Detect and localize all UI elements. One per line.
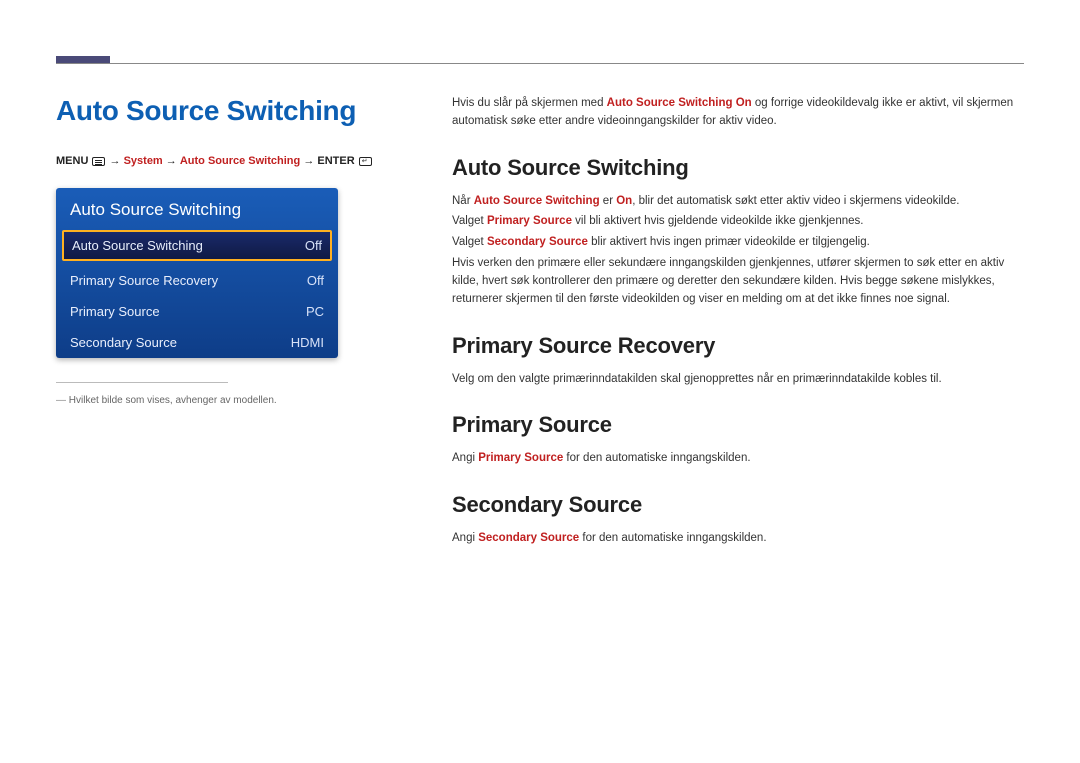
section-heading-psr: Primary Source Recovery [452,333,1024,359]
text: Når [452,195,474,207]
text: for den automatiske inngangskilden. [579,532,766,544]
text: Valget [452,236,487,248]
left-column: Auto Source Switching MENU → System → Au… [56,95,404,551]
text: Hvis du slår på skjermen med [452,97,607,109]
main-content: Auto Source Switching MENU → System → Au… [0,0,1080,581]
body-text: Valget Secondary Source blir aktivert hv… [452,234,1024,252]
breadcrumb: MENU → System → Auto Source Switching → … [56,153,404,170]
osd-row[interactable]: Auto Source Switching Off [62,230,332,261]
text: , blir det automatisk søkt etter aktiv v… [632,195,959,207]
arrow-icon: → [166,155,180,167]
keyword: Primary Source [478,452,563,464]
osd-row[interactable]: Secondary Source HDMI [56,327,338,358]
osd-row-label: Primary Source Recovery [70,273,218,288]
breadcrumb-menu: MENU [56,155,88,167]
right-column: Hvis du slår på skjermen med Auto Source… [452,95,1024,551]
body-text: Velg om den valgte primærinndatakilden s… [452,371,1024,389]
footnote: Hvilket bilde som vises, avhenger av mod… [56,395,404,406]
osd-panel: Auto Source Switching Auto Source Switch… [56,188,338,358]
body-text: Hvis verken den primære eller sekundære … [452,255,1024,308]
keyword: Primary Source [487,215,572,227]
body-text: Valget Primary Source vil bli aktivert h… [452,213,1024,231]
osd-row-value: PC [306,304,324,319]
keyword: Auto Source Switching [474,195,600,207]
section-heading-ss: Secondary Source [452,492,1024,518]
keyword: Secondary Source [478,532,579,544]
text: vil bli aktivert hvis gjeldende videokil… [572,215,864,227]
header-indicator [56,56,110,63]
menu-icon [92,157,105,166]
text: for den automatiske inngangskilden. [563,452,750,464]
breadcrumb-system: System [124,155,163,167]
keyword: Auto Source Switching On [607,97,752,109]
section-heading-ps: Primary Source [452,412,1024,438]
osd-row[interactable]: Primary Source Recovery Off [56,265,338,296]
breadcrumb-enter: ENTER [317,155,354,167]
breadcrumb-item: Auto Source Switching [180,155,300,167]
keyword: Secondary Source [487,236,588,248]
text: Angi [452,532,478,544]
osd-row-value: HDMI [291,335,324,350]
body-text: Angi Primary Source for den automatiske … [452,450,1024,468]
page-title: Auto Source Switching [56,95,404,127]
text: blir aktivert hvis ingen primær videokil… [588,236,870,248]
body-text: Når Auto Source Switching er On, blir de… [452,193,1024,211]
osd-row-label: Primary Source [70,304,160,319]
intro-paragraph: Hvis du slår på skjermen med Auto Source… [452,95,1024,131]
text: Angi [452,452,478,464]
osd-title: Auto Source Switching [56,188,338,230]
osd-row-value: Off [305,238,322,253]
arrow-icon: → [110,155,124,167]
header-rule [56,63,1024,64]
enter-icon [359,157,372,166]
osd-row-label: Secondary Source [70,335,177,350]
osd-row-value: Off [307,273,324,288]
arrow-icon: → [303,155,317,167]
osd-row-label: Auto Source Switching [72,238,203,253]
osd-row[interactable]: Primary Source PC [56,296,338,327]
body-text: Angi Secondary Source for den automatisk… [452,530,1024,548]
keyword: On [616,195,632,207]
text: er [600,195,617,207]
divider [56,382,228,383]
text: Valget [452,215,487,227]
section-heading-ass: Auto Source Switching [452,155,1024,181]
